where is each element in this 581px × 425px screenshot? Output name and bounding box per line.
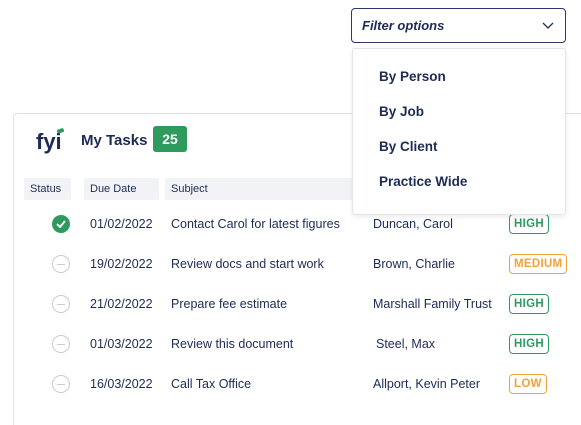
- page-title: My Tasks: [81, 132, 148, 149]
- table-row[interactable]: 16/03/2022 Call Tax Office Allport, Kevi…: [14, 364, 581, 404]
- empty-circle-icon[interactable]: [52, 335, 70, 353]
- task-subject[interactable]: Call Tax Office: [171, 364, 251, 404]
- menu-item-by-person[interactable]: By Person: [353, 59, 565, 94]
- status-cell[interactable]: [52, 244, 70, 284]
- priority-badge: MEDIUM: [509, 254, 568, 274]
- menu-item-practice-wide[interactable]: Practice Wide: [353, 164, 565, 199]
- due-date: 19/02/2022: [90, 257, 153, 271]
- column-header-status[interactable]: Status: [24, 178, 71, 200]
- chevron-down-icon: [541, 19, 555, 33]
- due-date: 21/02/2022: [90, 297, 153, 311]
- table-row[interactable]: 19/02/2022 Review docs and start work Br…: [14, 244, 581, 284]
- check-circle-icon[interactable]: [52, 215, 70, 233]
- status-cell[interactable]: [52, 204, 70, 244]
- fyi-logo: fyi: [36, 127, 66, 155]
- table-row[interactable]: 21/02/2022 Prepare fee estimate Marshall…: [14, 284, 581, 324]
- filter-options-select[interactable]: Filter options: [351, 8, 566, 43]
- priority-badge: HIGH: [509, 214, 549, 234]
- column-header-due-date[interactable]: Due Date: [84, 178, 159, 200]
- task-subject[interactable]: Contact Carol for latest figures: [171, 204, 340, 244]
- task-person: Marshall Family Trust: [373, 297, 492, 311]
- due-date: 01/02/2022: [90, 217, 153, 231]
- empty-circle-icon[interactable]: [52, 375, 70, 393]
- task-subject[interactable]: Review this document: [171, 324, 293, 364]
- task-subject[interactable]: Prepare fee estimate: [171, 284, 287, 324]
- filter-options-label: Filter options: [362, 18, 445, 33]
- task-person: Steel, Max: [376, 337, 436, 351]
- priority-badge: HIGH: [509, 334, 549, 354]
- status-cell[interactable]: [52, 364, 70, 404]
- empty-circle-icon[interactable]: [52, 295, 70, 313]
- task-person: Allport, Kevin Peter: [373, 377, 480, 391]
- status-cell[interactable]: [52, 324, 70, 364]
- due-date: 16/03/2022: [90, 377, 153, 391]
- empty-circle-icon[interactable]: [52, 255, 70, 273]
- filter-options-menu: By Person By Job By Client Practice Wide: [352, 48, 566, 215]
- column-header-subject[interactable]: Subject: [165, 178, 365, 200]
- menu-item-by-client[interactable]: By Client: [353, 129, 565, 164]
- task-person: Brown, Charlie: [373, 257, 455, 271]
- due-date: 01/03/2022: [90, 337, 153, 351]
- priority-badge: LOW: [509, 374, 547, 394]
- table-row[interactable]: 01/03/2022 Review this document Steel, M…: [14, 324, 581, 364]
- priority-badge: HIGH: [509, 294, 549, 314]
- menu-item-by-job[interactable]: By Job: [353, 94, 565, 129]
- task-subject[interactable]: Review docs and start work: [171, 244, 324, 284]
- status-cell[interactable]: [52, 284, 70, 324]
- task-count-badge: 25: [153, 126, 187, 152]
